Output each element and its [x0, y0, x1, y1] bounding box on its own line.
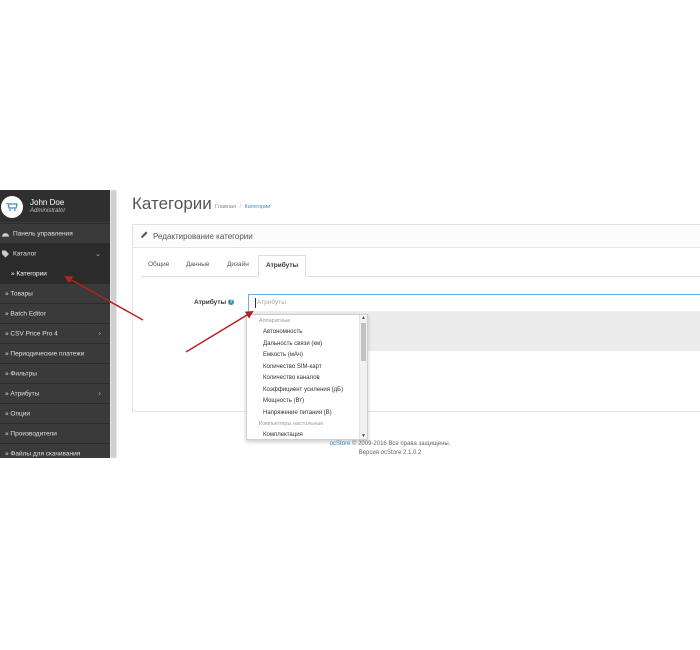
pencil-icon — [141, 231, 148, 238]
sidebar-item-label: » Товары — [5, 290, 33, 298]
tab-attributes[interactable]: Атрибуты — [258, 255, 307, 277]
sidebar-item-filters[interactable]: » Фильтры — [0, 363, 110, 384]
attributes-label: Атрибуты? — [194, 299, 235, 306]
chevron-right-icon: › — [98, 330, 101, 338]
sidebar-scrollbar-thumb[interactable] — [111, 190, 116, 458]
sidebar-item-label: Панель управления — [13, 230, 73, 238]
panel-header: Редактирование категории — [133, 225, 700, 248]
chevron-down-icon: ⌄ — [95, 251, 101, 258]
sidebar-item-products[interactable]: » Товары — [0, 283, 110, 304]
sidebar-item-label: » Опции — [5, 410, 30, 418]
footer-copyright-text: © 2009-2016 Все права защищены. — [350, 441, 451, 447]
page-title: Категории — [132, 194, 212, 213]
sidebar-item-batch-editor[interactable]: » Batch Editor — [0, 303, 110, 324]
sidebar-item-label: » Категории — [11, 270, 47, 278]
sidebar-item-attributes[interactable]: » Атрибуты › — [0, 383, 110, 404]
user-profile[interactable]: John Doe Administrator — [0, 190, 110, 222]
tab-general[interactable]: Общие — [141, 255, 176, 275]
dropdown-option[interactable]: Напряжение питания (В) — [263, 410, 332, 416]
sidebar-item-manufacturers[interactable]: » Производители — [0, 423, 110, 444]
text-cursor — [255, 298, 256, 308]
dashboard-icon — [2, 233, 9, 237]
breadcrumb-current[interactable]: Категории — [245, 204, 271, 210]
footer-brand-link[interactable]: ocStore — [330, 441, 351, 447]
sidebar-item-downloads[interactable]: » Файлы для скачивания — [0, 443, 110, 458]
dropdown-scrollbar-thumb[interactable] — [361, 323, 366, 361]
sidebar-item-label: » Фильтры — [5, 370, 37, 378]
user-role: Administrator — [30, 208, 66, 214]
attributes-input[interactable]: Атрибуты — [248, 294, 700, 312]
breadcrumb: Главная / Категории — [215, 204, 270, 210]
dropdown-option[interactable]: Количество каналов — [263, 375, 320, 381]
tab-design[interactable]: Дизайн — [220, 255, 256, 275]
sidebar-scrollbar[interactable] — [110, 190, 117, 458]
sidebar-item-label: » Batch Editor — [5, 310, 46, 318]
sidebar-item-label: » Атрибуты — [5, 390, 40, 398]
user-name: John Doe — [30, 198, 65, 207]
tab-data[interactable]: Данные — [179, 255, 216, 275]
dropdown-option[interactable]: Коэффициент усиления (дБ) — [263, 387, 343, 393]
attributes-label-text: Атрибуты — [194, 299, 227, 306]
breadcrumb-separator: / — [239, 204, 241, 210]
dropdown-group-header: Аппаратные — [259, 318, 291, 324]
attributes-dropdown: Аппаратные Автономность Дальность связи … — [246, 314, 368, 440]
sidebar-item-label: » Файлы для скачивания — [5, 450, 81, 458]
dropdown-option[interactable]: Емкость (мАч) — [263, 352, 303, 358]
edit-category-panel: Редактирование категории Общие Данные Ди… — [132, 224, 700, 412]
admin-app: John Doe Administrator Панель управления… — [0, 190, 700, 458]
sidebar-item-csv-price-pro[interactable]: » CSV Price Pro 4 › — [0, 323, 110, 344]
scroll-up-icon[interactable]: ▲ — [361, 315, 366, 321]
dropdown-option[interactable]: Автономность — [263, 329, 302, 335]
sidebar: John Doe Administrator Панель управления… — [0, 190, 110, 458]
tab-bar: Общие Данные Дизайн Атрибуты — [141, 255, 700, 277]
cart-icon — [6, 203, 18, 211]
scroll-down-icon[interactable]: ▼ — [361, 433, 366, 439]
footer: ocStore © 2009-2016 Все права защищены. … — [300, 440, 480, 458]
sidebar-item-categories[interactable]: » Категории — [0, 263, 110, 284]
chevron-right-icon: › — [98, 390, 101, 398]
sidebar-item-dashboard[interactable]: Панель управления — [0, 223, 110, 244]
footer-version: Версия ocStore 2.1.0.2 — [358, 450, 422, 456]
sidebar-item-recurring-payments[interactable]: » Периодические платежи — [0, 343, 110, 364]
sidebar-item-label: » CSV Price Pro 4 — [5, 330, 58, 338]
tag-icon — [2, 250, 9, 258]
help-icon[interactable]: ? — [228, 299, 235, 306]
sidebar-item-catalog[interactable]: Каталог ⌄ — [0, 243, 110, 264]
attributes-input-placeholder: Атрибуты — [257, 299, 286, 306]
sidebar-item-label: » Производители — [5, 430, 57, 438]
breadcrumb-home[interactable]: Главная — [215, 204, 236, 210]
sidebar-item-options[interactable]: » Опции — [0, 403, 110, 424]
footer-copyright: ocStore © 2009-2016 Все права защищены. — [300, 440, 480, 449]
sidebar-item-label: Каталог — [13, 250, 37, 258]
dropdown-option[interactable]: Комплектация — [263, 432, 303, 438]
panel-title: Редактирование категории — [153, 232, 253, 241]
dropdown-option[interactable]: Количество SIM-карт — [263, 364, 322, 370]
dropdown-group-header: Компьютеры настольные — [259, 421, 324, 427]
dropdown-option[interactable]: Мощность (Вт) — [263, 398, 304, 404]
avatar — [1, 196, 23, 218]
sidebar-item-label: » Периодические платежи — [5, 350, 85, 358]
dropdown-scrollbar[interactable]: ▲ ▼ — [359, 315, 367, 439]
dropdown-option[interactable]: Дальность связи (км) — [263, 341, 322, 347]
